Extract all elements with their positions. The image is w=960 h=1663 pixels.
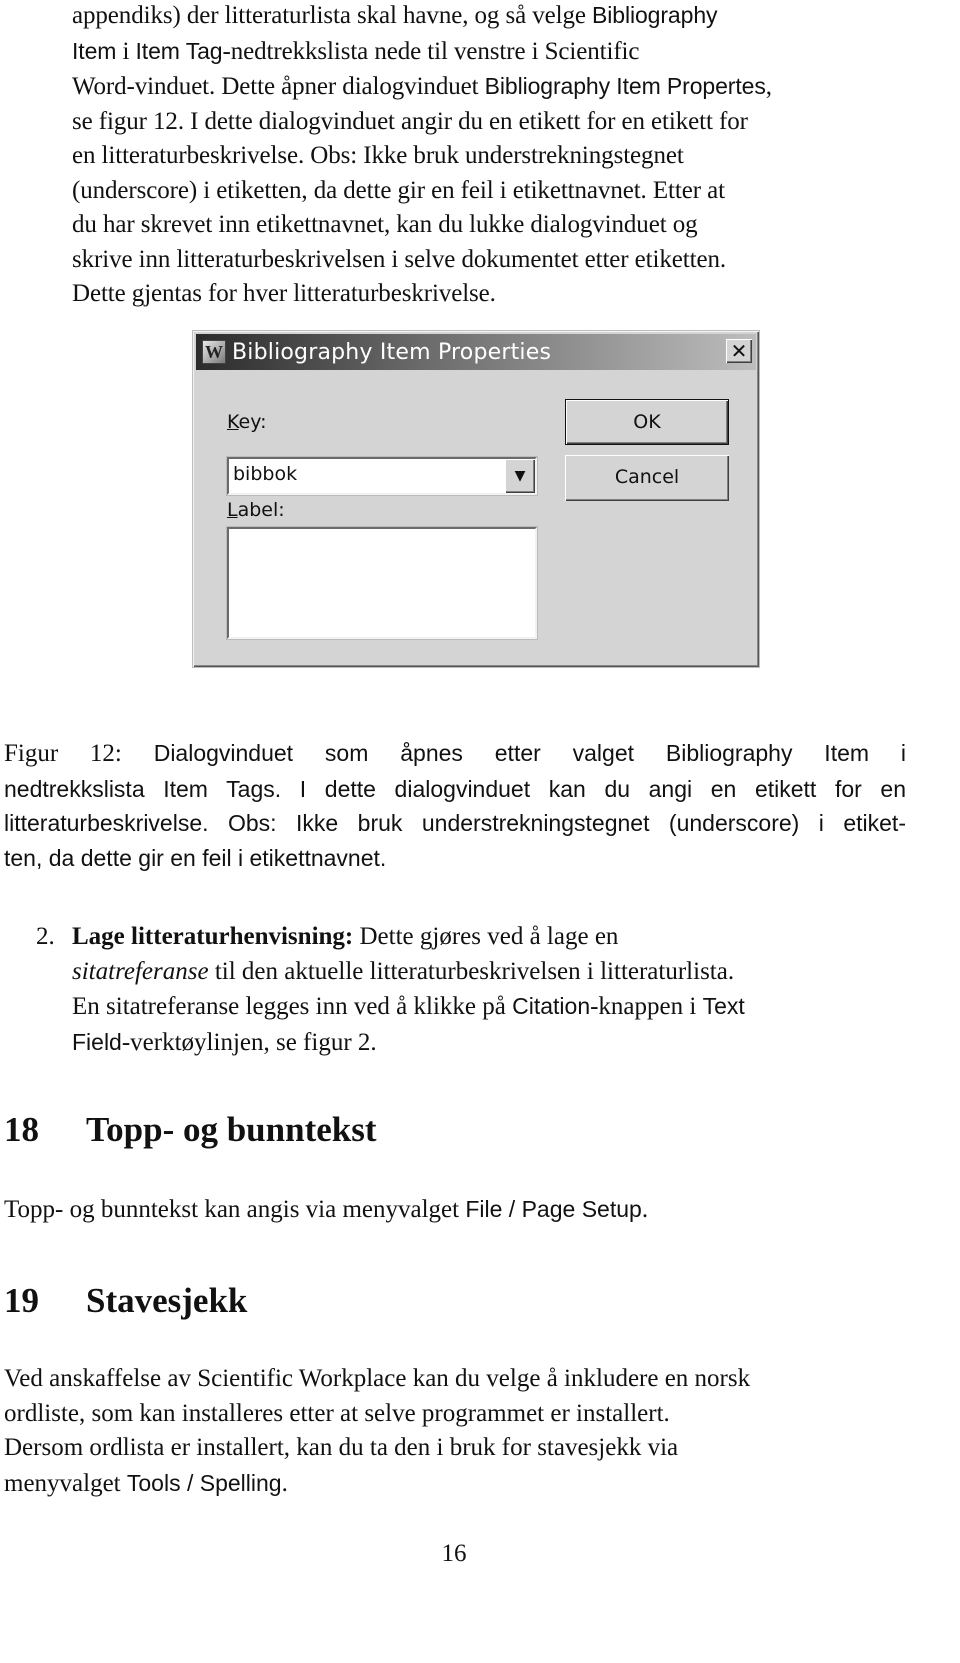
intro-paragraph: appendiks) der litteraturlista skal havn… xyxy=(72,0,912,312)
text-line: Item i Item Tag-nedtrekkslista nede til … xyxy=(72,37,640,65)
text-line: du har skrevet inn etikettnavnet, kan du… xyxy=(72,211,698,238)
text-line: Dette gjentas for hver litteraturbeskriv… xyxy=(72,280,496,307)
term-sitatreferanse: sitatreferanse xyxy=(72,957,209,985)
page-number: 16 xyxy=(441,1540,467,1567)
dropdown-arrow-icon[interactable]: ▼ xyxy=(505,459,535,493)
label-textarea[interactable] xyxy=(226,526,538,640)
section-heading-19: 19 Stavesjekk xyxy=(4,1281,248,1320)
figure-caption: Figur 12: Dialogvinduet som åpnes etter … xyxy=(4,736,906,875)
cancel-button[interactable]: Cancel xyxy=(565,455,729,501)
caption-line: Figur 12: Dialogvinduet som åpnes etter … xyxy=(4,740,906,767)
section-19-text: Ved anskaffelse av Scientific Workplace … xyxy=(4,1365,751,1497)
dialog-title: Bibliography Item Properties xyxy=(232,339,552,365)
text-line: skrive inn litteraturbeskrivelsen i selv… xyxy=(72,245,727,273)
section-heading-18: 18 Topp- og bunntekst xyxy=(4,1110,377,1149)
dialog-titlebar[interactable]: W Bibliography Item Properties ✕ xyxy=(196,334,756,370)
list-body: Lage litteraturhenvisning: Dette gjøres … xyxy=(72,923,745,1056)
caption-label: Figur 12: xyxy=(4,740,122,767)
section-18-text: Topp- og bunntekst kan angis via menyval… xyxy=(4,1196,649,1223)
list-number: 2. xyxy=(36,923,55,950)
caption-line: ten, da dette gir en feil i etikettnavne… xyxy=(4,844,387,871)
citation-ui-term: Citation xyxy=(512,993,591,1019)
text-line: (underscore) i etiketten, da dette gir e… xyxy=(72,176,725,204)
label-label: Label: xyxy=(227,499,285,521)
key-combobox[interactable]: bibbok ▼ xyxy=(226,456,538,496)
app-icon: W xyxy=(202,340,226,364)
ok-button[interactable]: OK xyxy=(565,399,729,445)
text-line: en litteraturbeskrivelse. Obs: Ikke bruk… xyxy=(72,142,684,169)
key-value[interactable]: bibbok xyxy=(233,463,297,485)
bibliography-item-properties-dialog: W Bibliography Item Properties ✕ Key: bi… xyxy=(192,330,760,668)
caption-line: litteraturbeskrivelse. Obs: Ikke bruk un… xyxy=(4,810,906,836)
key-label: Key: xyxy=(227,411,267,433)
text-line: Word-vinduet. Dette åpner dialogvinduet … xyxy=(72,73,772,100)
text-line: appendiks) der litteraturlista skal havn… xyxy=(72,2,718,29)
list-item-heading: Lage litteraturhenvisning: xyxy=(72,923,354,950)
text-line: se figur 12. I dette dialogvinduet angir… xyxy=(72,107,748,135)
close-icon[interactable]: ✕ xyxy=(726,339,752,363)
caption-line: nedtrekkslista Item Tags. I dette dialog… xyxy=(4,775,906,802)
